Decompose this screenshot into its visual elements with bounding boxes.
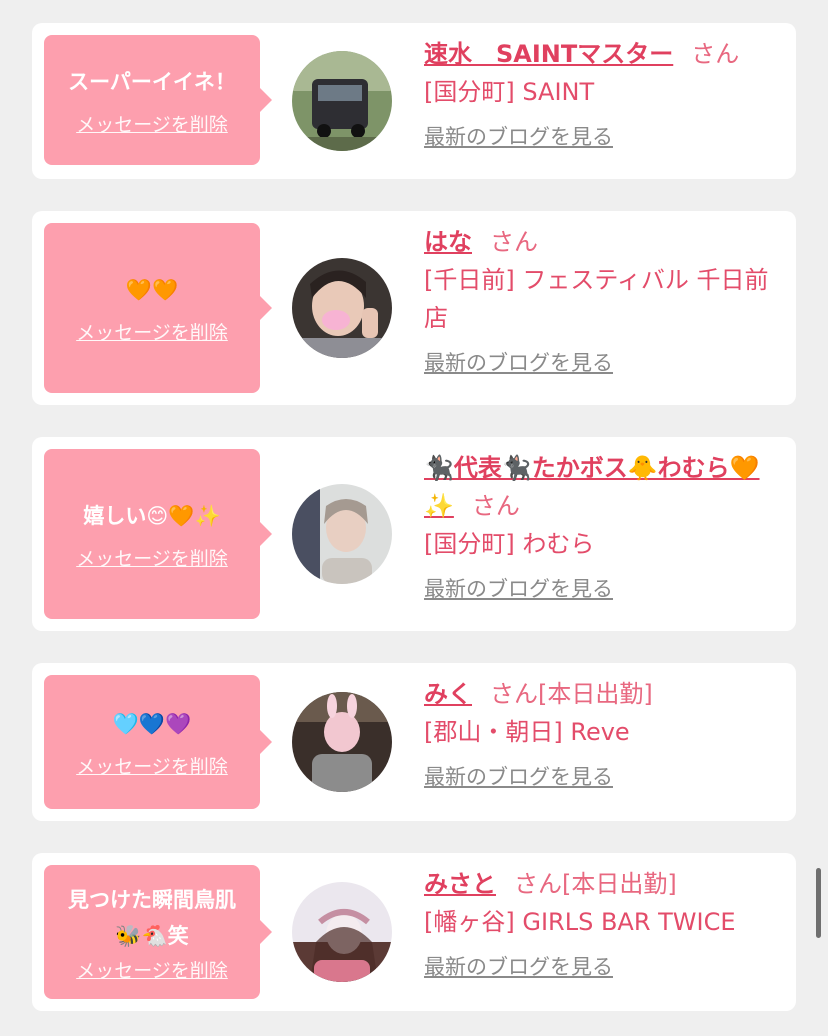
sender-suffix: さん: [490, 228, 538, 256]
message-text: 嬉しい😊🧡✨: [83, 503, 221, 528]
latest-blog-link[interactable]: 最新のブログを見る: [424, 121, 613, 151]
sender-suffix: さん: [691, 40, 740, 68]
sender-info: 速水 SAINTマスター さん [国分町] SAINT 最新のブログを見る: [424, 35, 776, 151]
message-text: 🧡🧡: [125, 277, 179, 302]
sender-suffix: さん[本日出勤]: [490, 680, 653, 708]
sender-name-link[interactable]: はな: [424, 228, 472, 256]
delete-message-link[interactable]: メッセージを削除: [76, 956, 228, 983]
message-bubble: 🩵💙💜 メッセージを削除: [44, 675, 272, 809]
sender-name-link[interactable]: みさと: [424, 870, 496, 898]
avatar[interactable]: [292, 692, 392, 792]
girl-peace-sign-photo-icon: [292, 258, 392, 358]
sender-suffix: さん: [471, 492, 520, 520]
message-list: スーパーイイネ！ メッセージを削除 速水 SAINTマスター さん [国分町] S…: [0, 0, 828, 1036]
sender-suffix: さん[本日出勤]: [514, 870, 677, 898]
woman-portrait-photo-icon: [292, 484, 392, 584]
message-text: 🩵💙💜: [112, 711, 192, 736]
sender-info: はな さん [千日前] フェスティバル 千日前店 最新のブログを見る: [424, 223, 776, 377]
avatar[interactable]: [292, 258, 392, 358]
avatar[interactable]: [292, 882, 392, 982]
latest-blog-link[interactable]: 最新のブログを見る: [424, 951, 613, 981]
latest-blog-link[interactable]: 最新のブログを見る: [424, 761, 613, 791]
avatar[interactable]: [292, 51, 392, 151]
van-photo-icon: [292, 51, 392, 151]
shop-name: [千日前] フェスティバル 千日前店: [424, 266, 769, 332]
shop-name: [幡ヶ谷] GIRLS BAR TWICE: [424, 908, 736, 936]
sender-info: みさと さん[本日出勤] [幡ヶ谷] GIRLS BAR TWICE 最新のブログ…: [424, 865, 776, 981]
message-bubble: 🧡🧡 メッセージを削除: [44, 223, 272, 393]
message-bubble: スーパーイイネ！ メッセージを削除: [44, 35, 272, 165]
girl-flower-crown-photo-icon: [292, 882, 392, 982]
delete-message-link[interactable]: メッセージを削除: [76, 110, 228, 137]
message-bubble: 嬉しい😊🧡✨ メッセージを削除: [44, 449, 272, 619]
message-card: 嬉しい😊🧡✨ メッセージを削除 🐈‍⬛代表🐈‍⬛たかボス🐥わむら🧡✨ さん [国分…: [32, 437, 796, 631]
message-text: スーパーイイネ！: [68, 69, 236, 94]
latest-blog-link[interactable]: 最新のブログを見る: [424, 347, 613, 377]
shop-name: [郡山・朝日] Reve: [424, 718, 630, 746]
message-card: 🩵💙💜 メッセージを削除 みく さん[本日出勤] [郡山・朝日] Reve 最新の…: [32, 663, 796, 821]
delete-message-link[interactable]: メッセージを削除: [76, 318, 228, 345]
avatar[interactable]: [292, 484, 392, 584]
message-text: 見つけた瞬間鳥肌 🐝🐔笑: [68, 887, 236, 948]
delete-message-link[interactable]: メッセージを削除: [76, 752, 228, 779]
shop-name: [国分町] わむら: [424, 530, 595, 558]
girl-bunny-ears-photo-icon: [292, 692, 392, 792]
sender-name-link[interactable]: 速水 SAINTマスター: [424, 40, 673, 68]
message-bubble: 見つけた瞬間鳥肌 🐝🐔笑 メッセージを削除: [44, 865, 272, 999]
sender-name-link[interactable]: みく: [424, 680, 472, 708]
shop-name: [国分町] SAINT: [424, 78, 595, 106]
message-card: 見つけた瞬間鳥肌 🐝🐔笑 メッセージを削除 みさと さん[本日出勤] [幡ヶ谷] …: [32, 853, 796, 1011]
message-card: 🧡🧡 メッセージを削除 はな さん [千日前] フェスティバル 千日前店 最新のブ…: [32, 211, 796, 405]
sender-info: 🐈‍⬛代表🐈‍⬛たかボス🐥わむら🧡✨ さん [国分町] わむら 最新のブログを見る: [424, 449, 776, 603]
delete-message-link[interactable]: メッセージを削除: [76, 544, 228, 571]
scrollbar[interactable]: [816, 868, 821, 938]
latest-blog-link[interactable]: 最新のブログを見る: [424, 573, 613, 603]
sender-info: みく さん[本日出勤] [郡山・朝日] Reve 最新のブログを見る: [424, 675, 776, 791]
message-card: スーパーイイネ！ メッセージを削除 速水 SAINTマスター さん [国分町] S…: [32, 23, 796, 179]
